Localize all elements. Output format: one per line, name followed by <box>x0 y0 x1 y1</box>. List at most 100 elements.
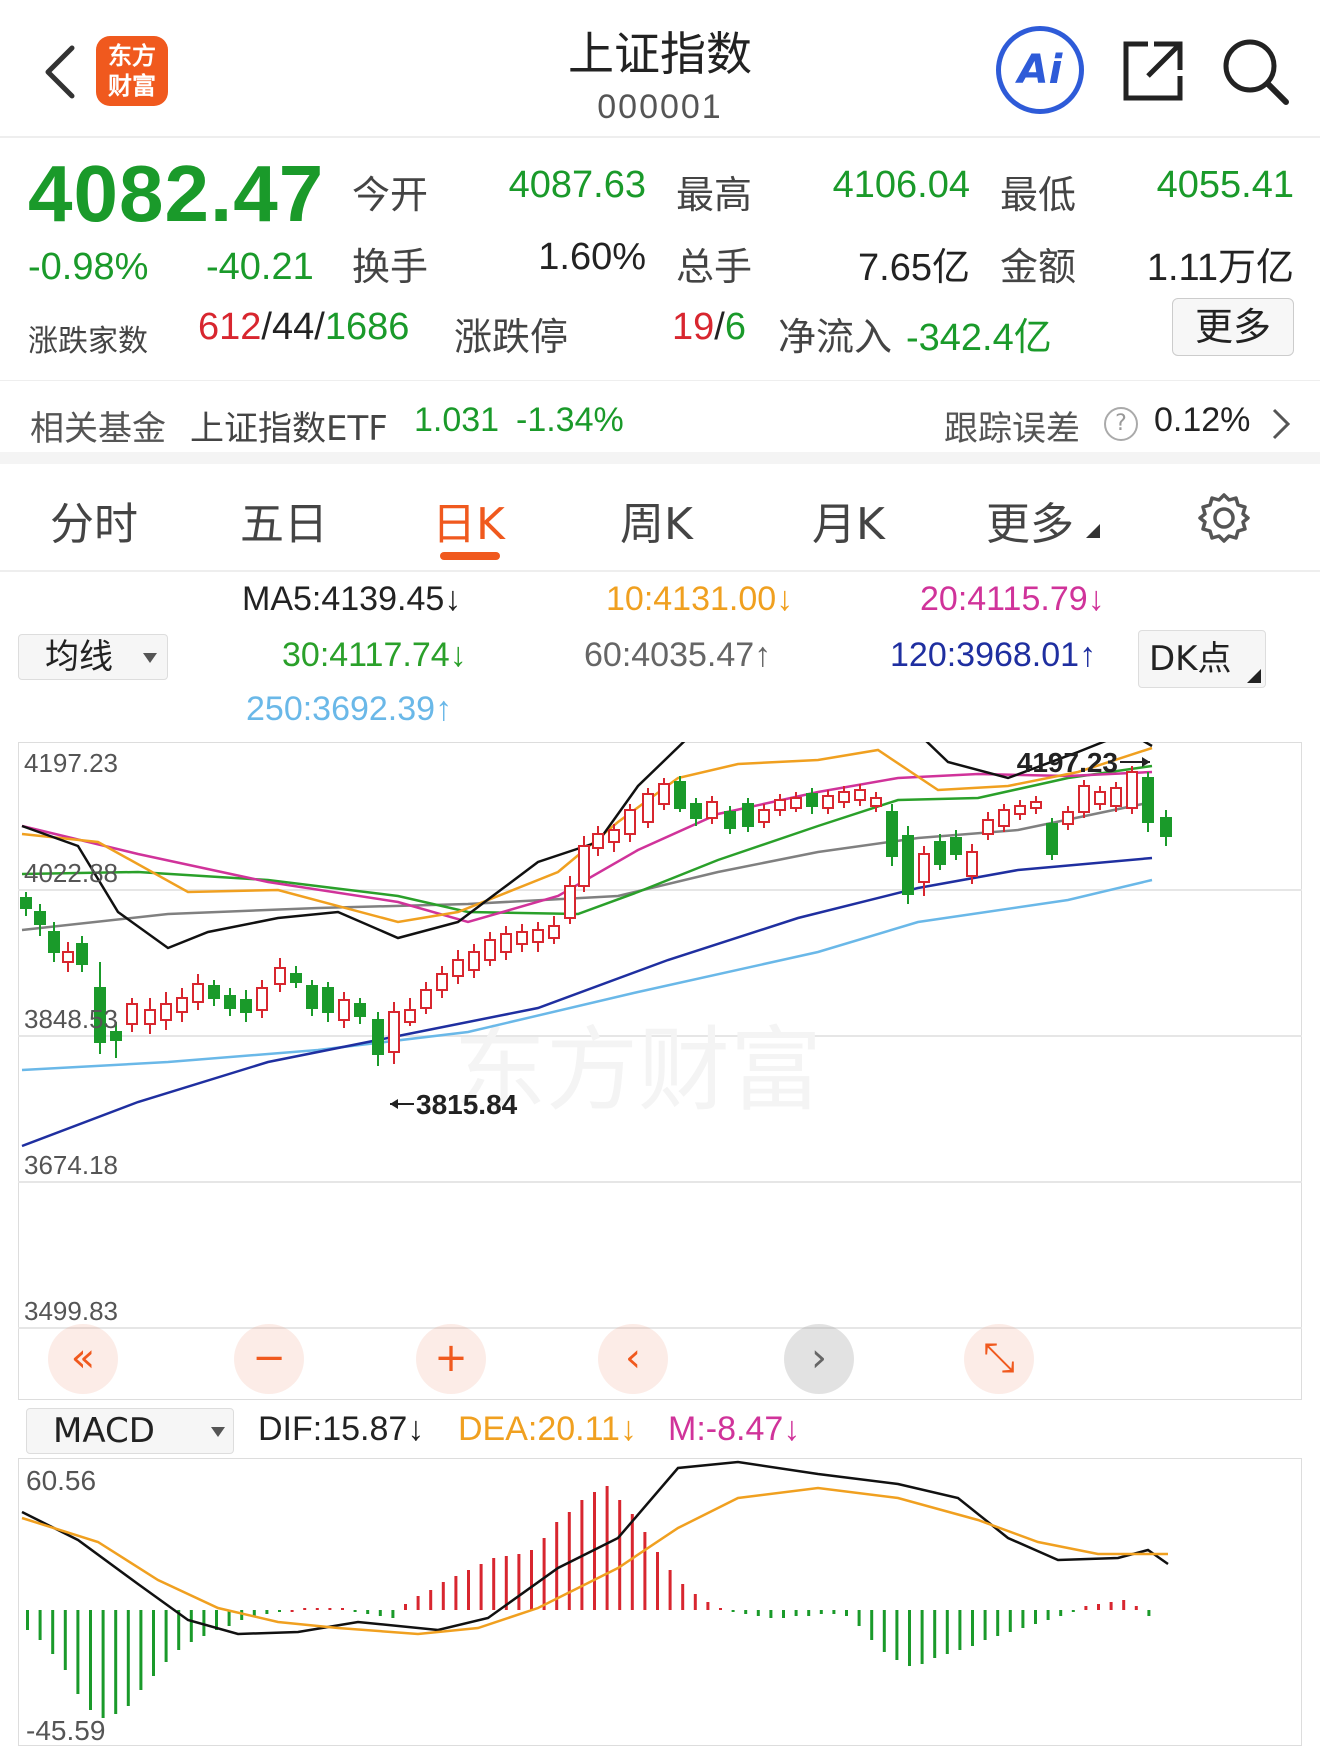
candle-body <box>690 803 702 819</box>
ma30-value: 30:4117.74↓ <box>282 636 467 674</box>
limit-down: 6 <box>724 306 746 348</box>
macd-bar <box>126 1610 130 1706</box>
tab-weekly-k[interactable]: 周K <box>620 488 693 552</box>
dk-label: DK点 <box>1149 639 1232 679</box>
share-icon[interactable] <box>1120 38 1186 104</box>
macd-bar <box>1071 1610 1075 1612</box>
scroll-left-button[interactable]: ‹ <box>598 1324 668 1394</box>
breadth-values: 612/44/1686 <box>198 306 409 349</box>
candle-body <box>48 931 60 953</box>
search-icon[interactable] <box>1220 36 1290 106</box>
limit-separator: / <box>714 306 725 348</box>
breadth-separator: / <box>314 306 325 348</box>
ma10-value: 10:4131.00↓ <box>606 580 794 618</box>
open-label: 今开 <box>352 173 429 217</box>
candle-body <box>452 959 464 977</box>
ai-assistant-button[interactable]: Ai <box>996 26 1084 114</box>
back-icon[interactable] <box>40 42 80 102</box>
stock-code: 000001 <box>597 88 723 126</box>
candle-body <box>176 997 188 1013</box>
candle <box>742 798 754 832</box>
ma120-value: 120:3968.01↑ <box>890 636 1097 674</box>
candle-body <box>578 845 590 887</box>
macd-bar <box>51 1610 55 1654</box>
macd-bar <box>429 1590 433 1610</box>
current-price: 4082.47 <box>28 149 325 238</box>
help-icon[interactable]: ? <box>1104 407 1138 441</box>
netflow-label: 净流入 <box>778 315 893 359</box>
gear-icon[interactable] <box>1196 490 1252 546</box>
related-fund-row[interactable]: 相关基金 上证指数ETF 1.031 -1.34% 跟踪误差 ? 0.12% <box>0 380 1320 464</box>
candle-body <box>468 951 480 971</box>
ma-type-dropdown[interactable]: 均线 <box>18 634 168 680</box>
candle <box>886 804 898 866</box>
macd-bar <box>38 1610 42 1640</box>
candle-body <box>338 999 350 1021</box>
macd-bar <box>693 1594 697 1610</box>
dk-point-button[interactable]: DK点 <box>1138 630 1266 688</box>
macd-bar <box>857 1610 861 1626</box>
macd-bar <box>1008 1610 1012 1632</box>
low-label: 最低 <box>1000 173 1077 217</box>
candle-body <box>306 985 318 1009</box>
active-tab-indicator <box>440 552 500 560</box>
macd-bar <box>971 1610 974 1646</box>
macd-bar <box>328 1608 332 1610</box>
macd-bar <box>89 1610 92 1710</box>
tab-more[interactable]: 更多 <box>986 488 1074 552</box>
volume-value: 7.65亿 <box>858 247 970 289</box>
candle-body <box>290 973 302 983</box>
macd-bar <box>807 1610 811 1616</box>
candle-body <box>404 1009 416 1023</box>
more-stats-button[interactable]: 更多 <box>1172 298 1294 356</box>
candle-body <box>62 951 74 963</box>
macd-bar <box>618 1500 622 1610</box>
y-axis-label: 3674.18 <box>24 1150 118 1180</box>
amount-value: 1.11万亿 <box>1146 247 1294 289</box>
candle-body <box>966 851 978 877</box>
macd-bar <box>895 1610 899 1660</box>
macd-bar <box>366 1610 370 1614</box>
macd-bar <box>315 1608 319 1610</box>
candle-body <box>950 837 962 855</box>
macd-bar <box>1134 1606 1138 1610</box>
breadth-up: 612 <box>198 306 262 348</box>
macd-bar <box>1046 1610 1050 1620</box>
tab-intraday[interactable]: 分时 <box>50 488 138 552</box>
candle-body <box>658 783 670 805</box>
ma20-value: 20:4115.79↓ <box>920 580 1105 618</box>
scroll-to-start-button[interactable]: « <box>48 1324 118 1394</box>
macd-bar <box>845 1610 848 1616</box>
macd-bar <box>290 1610 294 1612</box>
candle-body <box>564 885 576 919</box>
zoom-in-button[interactable]: + <box>416 1324 486 1394</box>
zoom-out-button[interactable]: − <box>234 1324 304 1394</box>
candle-body <box>1126 771 1138 809</box>
candle-body <box>484 939 496 961</box>
macd-bar <box>1122 1600 1126 1610</box>
macd-bar <box>983 1610 987 1640</box>
tab-five-day[interactable]: 五日 <box>240 488 328 552</box>
macd-bar <box>945 1610 949 1654</box>
scroll-right-button[interactable]: › <box>784 1324 854 1394</box>
macd-bar <box>996 1610 1000 1636</box>
candle-body <box>806 793 818 807</box>
fullscreen-button[interactable]: ⤡ <box>964 1324 1034 1394</box>
macd-bar <box>517 1554 521 1610</box>
ma60-value: 60:4035.47↑ <box>584 636 772 674</box>
macd-bar <box>152 1610 155 1676</box>
limit-up: 19 <box>672 306 715 348</box>
tab-daily-k[interactable]: 日K <box>432 488 505 552</box>
macd-bar <box>479 1564 483 1610</box>
tab-monthly-k[interactable]: 月K <box>812 488 885 552</box>
macd-bar <box>504 1556 508 1610</box>
macd-bar <box>744 1610 748 1614</box>
macd-bar <box>920 1610 924 1664</box>
indicator-dropdown[interactable]: MACD <box>26 1408 234 1454</box>
macd-chart[interactable]: 60.56 -45.59 <box>18 1458 1302 1746</box>
corner-triangle-icon <box>1247 669 1261 683</box>
candle <box>1078 780 1090 818</box>
macd-bar <box>164 1610 168 1662</box>
candle-body <box>500 933 512 953</box>
candlestick-chart[interactable]: 东方财富 4197.234022.883848.533674.183499.83… <box>18 742 1302 1400</box>
